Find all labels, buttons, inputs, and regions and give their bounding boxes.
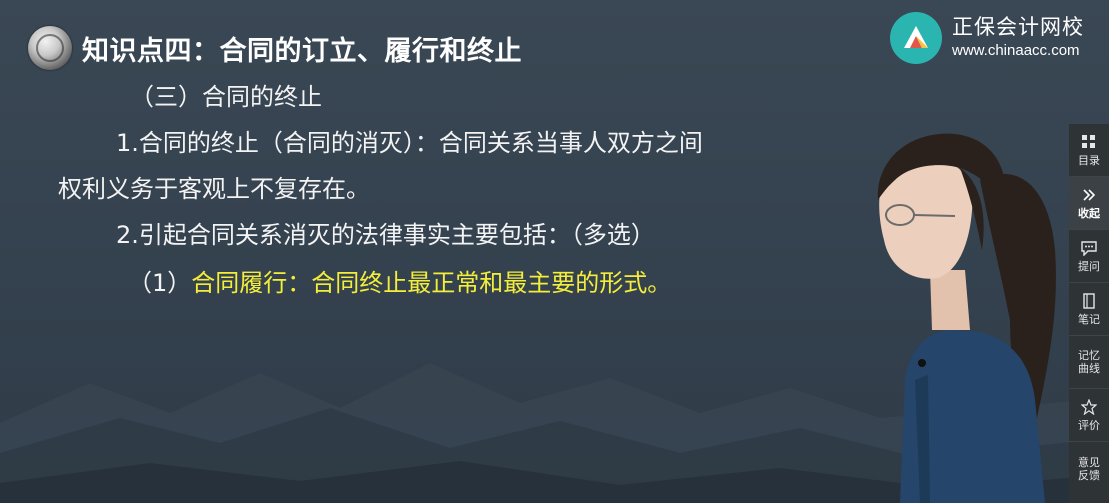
video-frame: 知识点四：合同的订立、履行和终止 正保会计网校 www.chinaacc.com… <box>0 0 1109 503</box>
sidebar-item-ask[interactable]: 提问 <box>1069 230 1109 283</box>
brand: 正保会计网校 www.chinaacc.com <box>890 12 1084 64</box>
chat-bubble-icon <box>1080 239 1098 257</box>
sub-item-1-prefix: （1） <box>128 269 192 297</box>
sidebar-item-label: 记忆曲线 <box>1078 349 1100 375</box>
sidebar-item-notes[interactable]: 笔记 <box>1069 283 1109 336</box>
sidebar-item-label: 收起 <box>1078 207 1100 220</box>
presenter-figure <box>877 133 1056 503</box>
section-heading: （三）合同的终止 <box>130 83 322 111</box>
sidebar-item-collapse[interactable]: 收起 <box>1069 177 1109 230</box>
sidebar-item-label: 目录 <box>1078 154 1100 167</box>
sidebar-item-rating[interactable]: 评价 <box>1069 389 1109 442</box>
grid-icon <box>1080 133 1098 151</box>
sidebar-item-label: 提问 <box>1078 260 1100 273</box>
item-1-line-2: 权利义务于客观上不复存在。 <box>58 175 370 203</box>
sub-item-1-highlight: 合同履行：合同终止最正常和最主要的形式。 <box>191 269 672 297</box>
sidebar-item-label: 评价 <box>1078 419 1100 432</box>
globe-logo-icon <box>28 26 72 70</box>
sidebar-item-label: 笔记 <box>1078 313 1100 326</box>
brand-url: www.chinaacc.com <box>952 42 1080 59</box>
sub-item-1: （1）合同履行：合同终止最正常和最主要的形式。 <box>128 268 671 298</box>
item-1-line-1: 1.合同的终止（合同的消灭）：合同关系当事人双方之间 <box>116 129 703 157</box>
star-icon <box>1080 398 1098 416</box>
item-2: 2.引起合同关系消灭的法律事实主要包括：（多选） <box>116 221 655 249</box>
slide-title: 知识点四：合同的订立、履行和终止 <box>82 35 522 67</box>
sidebar-item-label: 意见反馈 <box>1078 455 1100 482</box>
slide-header: 知识点四：合同的订立、履行和终止 <box>28 24 522 72</box>
brand-name: 正保会计网校 <box>952 15 1084 39</box>
brand-logo-icon <box>890 12 942 64</box>
tool-sidebar: 目录 收起 提问 笔记 记忆曲线 评价 意见反馈 <box>1069 124 1109 503</box>
sidebar-item-memory-curve[interactable]: 记忆曲线 <box>1069 336 1109 389</box>
double-chevron-right-icon <box>1080 186 1098 204</box>
notebook-icon <box>1080 292 1098 310</box>
sidebar-item-feedback[interactable]: 意见反馈 <box>1069 442 1109 495</box>
sidebar-item-catalog[interactable]: 目录 <box>1069 124 1109 177</box>
